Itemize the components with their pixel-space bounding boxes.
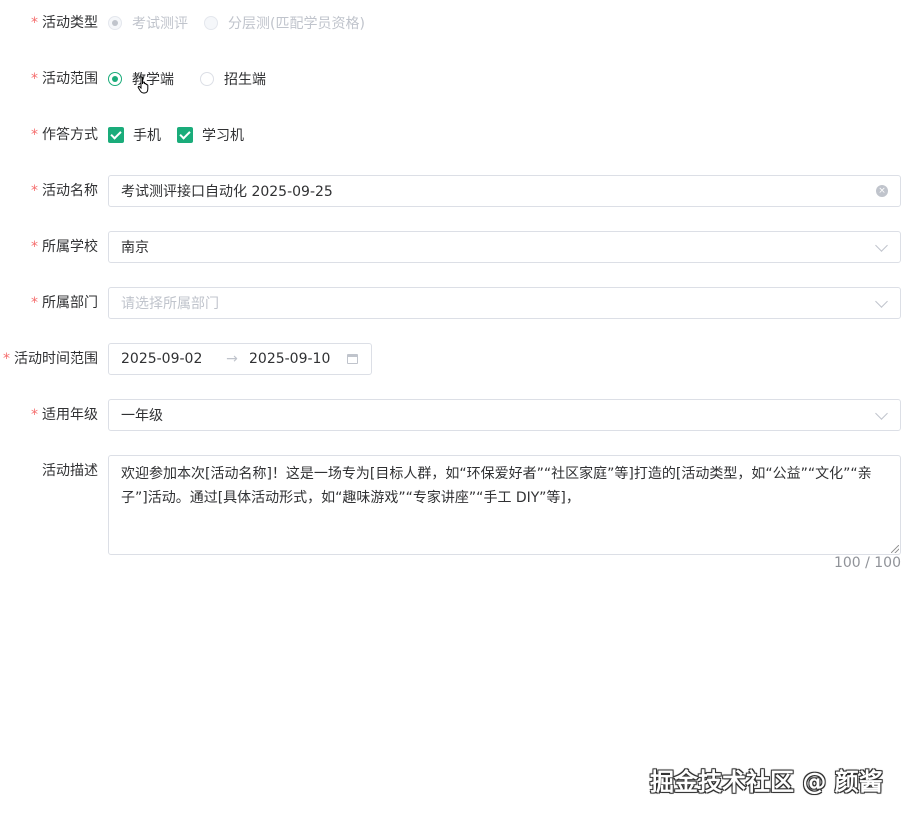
activity-name-row: * 活动名称 考试测评接口自动化 2025-09-25 × [0,175,907,207]
start-date[interactable]: 2025-09-02 [121,351,217,367]
description-label: 活动描述 [42,463,98,479]
school-row: * 所属学校 南京 [0,231,907,263]
clear-icon[interactable]: × [876,185,888,197]
radio-circle-icon [204,16,218,30]
radio-circle-icon [108,16,122,30]
radio-circle-icon [108,72,122,86]
chevron-down-icon [875,294,888,308]
description-textarea[interactable]: 欢迎参加本次[活动名称]！这是一场专为[目标人群，如“环保爱好者”“社区家庭”等… [108,455,901,555]
checkbox-checked-icon [177,127,193,143]
date-range-picker[interactable]: 2025-09-02 → 2025-09-10 [108,343,372,375]
activity-type-row: * 活动类型 考试测评 分层测(匹配学员资格) [0,7,907,39]
description-row: 活动描述 欢迎参加本次[活动名称]！这是一场专为[目标人群，如“环保爱好者”“社… [0,455,907,555]
hand-cursor-icon [137,76,149,94]
checkbox-learning-device[interactable]: 学习机 [177,125,244,145]
activity-name-input[interactable]: 考试测评接口自动化 2025-09-25 × [108,175,901,207]
char-count: 100 / 100 [833,555,901,571]
calendar-icon [347,354,358,364]
school-label: * 所属学校 [31,239,98,255]
end-date[interactable]: 2025-09-10 [249,351,347,367]
grade-label: * 适用年级 [31,407,98,423]
checkbox-checked-icon [108,127,124,143]
chevron-down-icon [875,406,888,420]
radio-layered-test[interactable]: 分层测(匹配学员资格) [204,13,365,33]
chevron-down-icon [875,238,888,252]
answer-mode-row: * 作答方式 手机 学习机 [0,119,907,151]
watermark: 掘金技术社区 @ 颜酱 [650,768,883,796]
radio-exam-evaluation[interactable]: 考试测评 [108,13,188,33]
range-separator: → [226,351,238,367]
activity-type-label: * 活动类型 [31,15,98,31]
radio-circle-icon [200,72,214,86]
answer-mode-label: * 作答方式 [31,127,98,143]
department-label: * 所属部门 [31,295,98,311]
activity-scope-group: 教学端 招生端 [108,63,282,95]
time-range-label: * 活动时间范围 [3,351,98,367]
school-select[interactable]: 南京 [108,231,901,263]
grade-select[interactable]: 一年级 [108,399,901,431]
activity-type-group: 考试测评 分层测(匹配学员资格) [108,7,381,39]
department-select[interactable]: 请选择所属部门 [108,287,901,319]
department-row: * 所属部门 请选择所属部门 [0,287,907,319]
resize-handle-icon[interactable] [891,545,899,553]
time-range-row: * 活动时间范围 2025-09-02 → 2025-09-10 [0,343,907,375]
radio-enrollment-end[interactable]: 招生端 [200,69,266,89]
activity-name-label: * 活动名称 [31,183,98,199]
answer-mode-group: 手机 学习机 [108,119,260,151]
checkbox-phone[interactable]: 手机 [108,125,161,145]
activity-scope-label: * 活动范围 [31,71,98,87]
grade-row: * 适用年级 一年级 [0,399,907,431]
